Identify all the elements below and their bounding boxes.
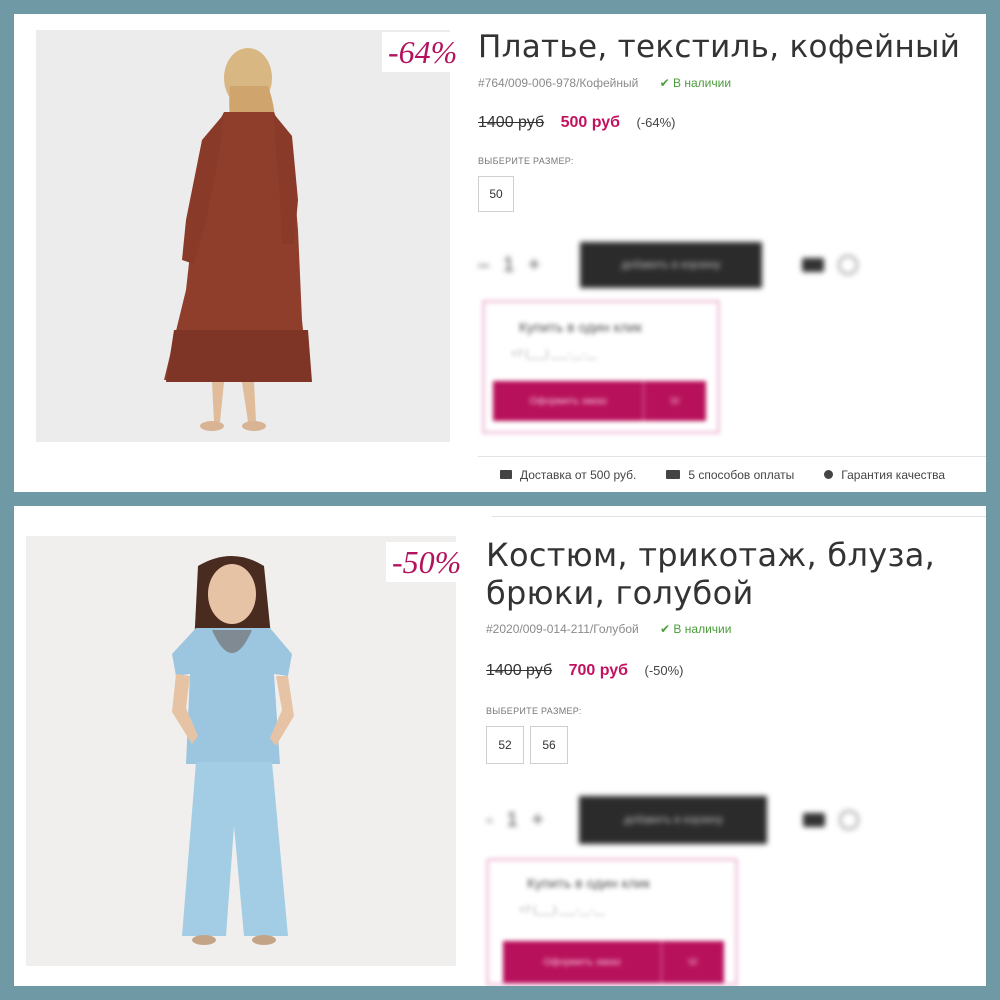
size-label: ВЫБЕРИТЕ РАЗМЕР: bbox=[478, 156, 574, 166]
dress-model-illustration bbox=[36, 30, 450, 442]
old-price: 1400 руб bbox=[486, 662, 553, 679]
price-block: 1400 руб 700 руб (-50%) bbox=[486, 662, 684, 680]
one-click-title: Купить в один клик bbox=[519, 319, 642, 335]
compare-icon[interactable] bbox=[803, 813, 826, 827]
product-benefits-bar: Доставка от 500 руб. 5 способов оплаты Г… bbox=[478, 456, 986, 492]
compare-icon[interactable] bbox=[801, 258, 824, 272]
product-card-suit: -50% Костюм, трикотаж, блуза, брюки, гол… bbox=[14, 506, 986, 986]
wishlist-icon[interactable] bbox=[837, 255, 858, 275]
size-options: 52 56 bbox=[486, 726, 568, 764]
truck-icon bbox=[500, 470, 512, 479]
product-meta: #2020/009-014-211/Голубой ✔ В наличии bbox=[486, 622, 731, 636]
product-sku: #2020/009-014-211/Голубой bbox=[486, 622, 639, 636]
quantity-stepper[interactable]: - 1 + bbox=[486, 809, 543, 832]
product-title: Платье, текстиль, кофейный bbox=[478, 29, 961, 65]
one-click-submit-button[interactable]: Оформить заказ bbox=[493, 381, 643, 421]
quality-info: Гарантия качества bbox=[824, 468, 945, 482]
size-label: ВЫБЕРИТЕ РАЗМЕР: bbox=[486, 706, 582, 716]
discount-percent: (-64%) bbox=[636, 115, 676, 130]
one-click-phone[interactable]: +7 (___) ___-__-__ bbox=[519, 905, 605, 916]
top-divider bbox=[492, 516, 986, 517]
qty-plus-button[interactable]: + bbox=[532, 809, 544, 832]
discount-badge: -64% bbox=[382, 32, 464, 72]
suit-model-illustration bbox=[26, 536, 456, 966]
quality-text: Гарантия качества bbox=[841, 467, 946, 482]
qty-value: 1 bbox=[506, 808, 518, 831]
one-click-box: Купить в один клик +7 (___) ___-__-__ Оф… bbox=[482, 300, 720, 434]
quantity-stepper[interactable]: – 1 + bbox=[478, 254, 540, 277]
add-to-cart-button[interactable]: добавить в корзину bbox=[579, 796, 768, 844]
old-price: 1400 руб bbox=[478, 114, 545, 131]
one-click-phone-button[interactable]: ☏ bbox=[661, 941, 724, 983]
price-block: 1400 руб 500 руб (-64%) bbox=[478, 114, 676, 132]
size-options: 50 bbox=[478, 176, 514, 212]
new-price: 500 руб bbox=[560, 114, 621, 131]
card-icon bbox=[666, 470, 681, 479]
discount-badge: -50% bbox=[386, 542, 468, 582]
purchase-row: – 1 + добавить в корзину bbox=[478, 242, 858, 288]
wishlist-icon[interactable] bbox=[839, 810, 860, 830]
product-photo-suit[interactable] bbox=[26, 536, 456, 966]
product-meta: #764/009-006-978/Кофейный ✔ В наличии bbox=[478, 76, 731, 90]
qty-minus-button[interactable]: – bbox=[478, 254, 489, 277]
one-click-title: Купить в один клик bbox=[527, 875, 650, 891]
qty-value: 1 bbox=[503, 253, 515, 276]
add-to-cart-button[interactable]: добавить в корзину bbox=[579, 242, 762, 288]
product-sku: #764/009-006-978/Кофейный bbox=[478, 76, 639, 90]
action-icons bbox=[801, 255, 858, 275]
size-option-56[interactable]: 56 bbox=[530, 726, 568, 764]
action-icons bbox=[803, 810, 860, 830]
one-click-phone-button[interactable]: ☏ bbox=[643, 381, 706, 421]
one-click-submit-button[interactable]: Оформить заказ bbox=[503, 941, 661, 983]
stock-status: ✔ В наличии bbox=[659, 76, 732, 90]
stock-status: ✔ В наличии bbox=[660, 622, 732, 636]
one-click-box: Купить в один клик +7 (___) ___-__-__ Оф… bbox=[486, 858, 738, 986]
product-card-dress: -64% Платье, текстиль, кофейный #764/009… bbox=[14, 14, 986, 492]
payment-info: 5 способов оплаты bbox=[666, 468, 794, 482]
qty-minus-button[interactable]: - bbox=[486, 809, 493, 832]
size-option-52[interactable]: 52 bbox=[486, 726, 524, 764]
size-option-50[interactable]: 50 bbox=[478, 176, 514, 212]
payment-text: 5 способов оплаты bbox=[688, 467, 795, 482]
one-click-phone[interactable]: +7 (___) ___-__-__ bbox=[511, 349, 597, 360]
qty-plus-button[interactable]: + bbox=[528, 254, 540, 277]
new-price: 700 руб bbox=[568, 662, 629, 679]
quality-icon bbox=[824, 470, 834, 479]
product-title: Костюм, трикотаж, блуза, брюки, голубой bbox=[486, 536, 936, 612]
delivery-info: Доставка от 500 руб. bbox=[500, 468, 636, 482]
delivery-text: Доставка от 500 руб. bbox=[520, 467, 637, 482]
product-photo-dress[interactable] bbox=[36, 30, 450, 442]
discount-percent: (-50%) bbox=[644, 663, 684, 678]
purchase-row: - 1 + добавить в корзину bbox=[486, 796, 860, 844]
